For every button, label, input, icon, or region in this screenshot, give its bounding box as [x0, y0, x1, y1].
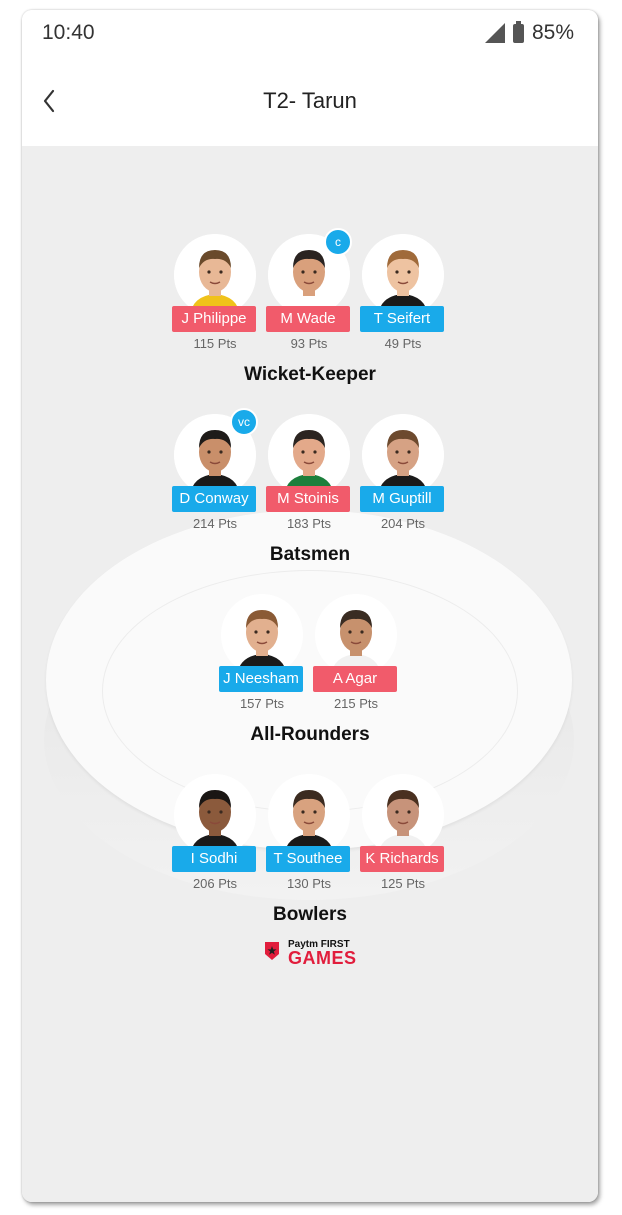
- section-label-wicket-keeper: Wicket-Keeper: [244, 364, 376, 385]
- player-points: 130 Pts: [286, 876, 332, 891]
- player-points: 115 Pts: [193, 336, 237, 351]
- signal-icon: [484, 23, 505, 43]
- player-points: 204 Pts: [380, 516, 426, 531]
- player-points: 125 Pts: [380, 876, 426, 891]
- section-label-all-rounders: All-Rounders: [250, 724, 370, 745]
- app-bar: T2- Tarun: [22, 58, 598, 146]
- player-name-tag: J Philippe: [172, 306, 256, 332]
- player-avatar: [174, 774, 256, 856]
- status-icons: 85%: [484, 20, 574, 45]
- player-points: 93 Pts: [290, 336, 328, 351]
- player-avatar: [362, 234, 444, 316]
- player-name-tag: M Wade: [266, 306, 350, 332]
- player-name-tag: D Conway: [172, 486, 256, 512]
- captain-badge: c: [324, 228, 352, 256]
- section-label-batsmen: Batsmen: [269, 544, 351, 565]
- player-avatar: [362, 414, 444, 496]
- status-bar: 10:40 85%: [22, 10, 598, 58]
- player-avatar: [268, 414, 350, 496]
- logo-shield-icon: [265, 942, 279, 960]
- player-avatar: [362, 774, 444, 856]
- player-name-tag: T Southee: [266, 846, 350, 872]
- player-avatar: [315, 594, 397, 676]
- player-points: 49 Pts: [384, 336, 422, 351]
- vice-captain-badge: vc: [230, 408, 258, 436]
- paytm-first-games-logo: Paytm FIRST GAMES: [262, 938, 362, 970]
- player-avatar: [221, 594, 303, 676]
- page-title: T2- Tarun: [263, 88, 357, 113]
- player-name-tag: M Stoinis: [266, 486, 350, 512]
- battery-icon: [512, 20, 524, 43]
- player-name-tag: I Sodhi: [172, 846, 256, 872]
- player-points: 215 Pts: [333, 696, 379, 711]
- section-label-bowlers: Bowlers: [273, 904, 347, 925]
- phone-frame: 10:40 85% T2- Tarun J Philippe 115 Pts M W…: [22, 10, 598, 1202]
- player-avatar: [268, 774, 350, 856]
- battery-percent: 85%: [531, 21, 574, 44]
- player-points: 214 Pts: [192, 516, 238, 531]
- player-points: 157 Pts: [239, 696, 285, 711]
- logo-text-bottom: GAMES: [288, 948, 357, 968]
- player-avatar: [174, 234, 256, 316]
- player-name-tag: K Richards: [360, 846, 444, 872]
- player-points: 206 Pts: [192, 876, 238, 891]
- player-points: 183 Pts: [286, 516, 332, 531]
- status-time: 10:40: [42, 21, 95, 44]
- player-name-tag: M Guptill: [360, 486, 444, 512]
- player-name-tag: T Seifert: [360, 306, 444, 332]
- player-name-tag: J Neesham: [219, 666, 303, 692]
- player-name-tag: A Agar: [313, 666, 397, 692]
